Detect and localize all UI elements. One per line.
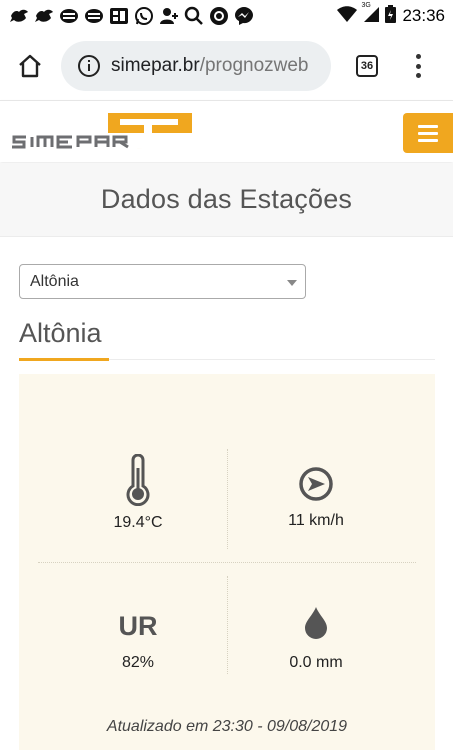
wind-value: 11 km/h [288,512,344,529]
notification-icons [8,6,254,26]
raindrop-icon [305,607,327,639]
url-domain: simepar.br [111,55,200,76]
site-header: SIMEPAR [0,100,453,162]
chevron-down-icon [287,280,297,286]
updated-timestamp: Atualizado em 23:30 - 09/08/2019 [106,718,348,735]
wind-cell: 11 km/h [212,466,420,530]
logo-text: SIMEPAR [137,147,142,150]
rain-cell: 0.0 mm [212,606,420,672]
search-icon [183,6,204,26]
network-label: 3G [361,1,371,9]
divider [38,562,416,563]
station-data-card: 19.4°C 11 km/h UR 82% 0.0 mm Atualizado … [19,374,435,750]
wind-direction-icon [299,467,333,501]
whatsapp-icon [133,6,154,26]
stack-icon [58,6,79,26]
heading-accent [19,358,109,361]
messenger-icon [233,6,254,26]
url-text[interactable]: simepar.br/prognozweb [111,55,309,77]
more-vert-icon [415,54,421,59]
battery-icon [385,4,397,28]
station-select[interactable]: Altônia [19,264,306,299]
station-select-value: Altônia [30,272,79,290]
cellular-icon: 3G [361,1,381,28]
home-button[interactable] [16,52,44,80]
simepar-logo[interactable]: SIMEPAR [12,111,194,153]
station-heading: Altônia [19,318,102,348]
browser-menu-button[interactable] [408,52,428,80]
thermometer-icon [126,454,150,506]
status-bar: 3G 23:36 [0,0,453,32]
url-path: /prognozweb [199,55,309,76]
info-icon[interactable] [77,54,101,78]
add-person-icon [158,6,179,26]
site-menu-button[interactable] [403,113,453,153]
tab-switcher-button[interactable]: 36 [356,55,378,77]
clock: 23:36 [402,6,445,25]
hamburger-icon [418,124,438,128]
title-band: Dados das Estações [0,163,453,237]
rain-value: 0.0 mm [289,654,343,671]
stack-icon [83,6,104,26]
address-bar[interactable]: simepar.br/prognozweb [61,41,331,91]
bird-icon [33,6,54,26]
humidity-label: UR [118,611,158,641]
temperature-value: 19.4°C [113,514,163,531]
humidity-cell: UR 82% [34,606,242,672]
app-icon [108,6,129,26]
humidity-value: 82% [121,654,155,671]
home-icon [19,54,41,78]
browser-toolbar: simepar.br/prognozweb 36 [0,32,453,100]
shield-icon [208,6,229,26]
temperature-cell: 19.4°C [34,454,242,532]
page-title: Dados das Estações [100,184,353,214]
wifi-icon [337,5,358,27]
bird-icon [8,6,29,26]
